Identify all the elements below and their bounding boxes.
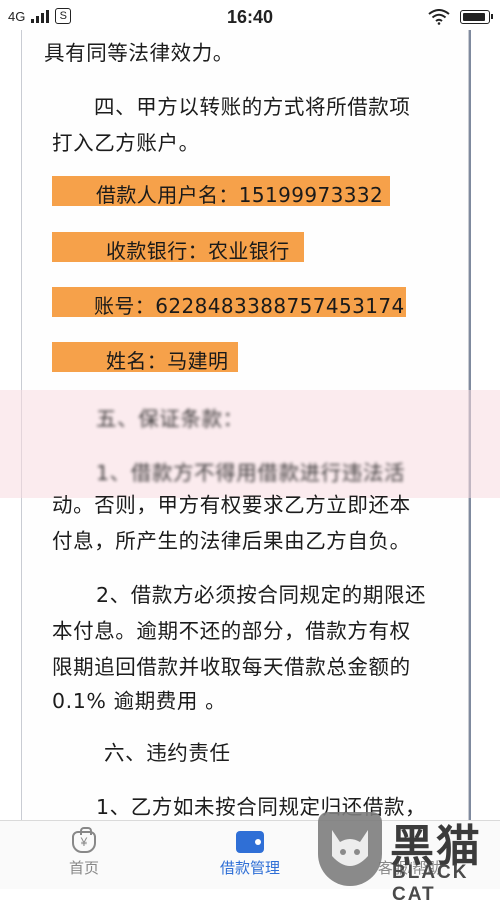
doc-line: 六、违约责任 <box>104 741 231 765</box>
tab-home[interactable]: ¥ 首页 <box>24 827 144 878</box>
logo-text-en: BLACK CAT <box>392 862 469 905</box>
account-number: 账号：6228483388757453174 <box>94 294 405 318</box>
account-holder-name: 姓名：马建明 <box>106 349 229 373</box>
doc-line: 五、保证条款： <box>96 407 244 431</box>
cat-head-icon <box>332 830 368 866</box>
tab-label: 借款管理 <box>219 860 280 877</box>
status-right <box>428 9 493 25</box>
doc-line: 动。否则，甲方有权要求乙方立即还本 <box>52 493 411 517</box>
doc-line: 0.1% 逾期费用 。 <box>52 689 227 713</box>
doc-line: 本付息。逾期不还的部分，借款方有权 <box>52 619 411 643</box>
doc-line: 具有同等法律效力。 <box>44 41 234 65</box>
wifi-icon <box>428 9 450 25</box>
tab-label: 首页 <box>68 860 99 877</box>
clock: 16:40 <box>226 7 274 27</box>
doc-line: 限期追回借款并收取每天借款总金额的 <box>52 655 411 679</box>
doc-line: 1、借款方不得用借款进行违法活 <box>96 461 406 485</box>
doc-line: 四、甲方以转账的方式将所借款项 <box>94 95 411 119</box>
borrower-username: 借款人用户名：15199973332 <box>96 183 384 207</box>
doc-line: 打入乙方账户。 <box>52 131 200 155</box>
cat-shield-icon <box>318 812 382 886</box>
black-cat-logo: 黑猫 BLACK CAT <box>318 806 500 905</box>
money-bag-icon: ¥ <box>70 827 98 853</box>
doc-line: 2、借款方必须按合同规定的期限还 <box>96 583 427 607</box>
tab-loan-management[interactable]: 借款管理 <box>190 827 310 878</box>
receiving-bank: 收款银行：农业银行 <box>106 239 290 263</box>
doc-line: 付息，所产生的法律后果由乙方自负。 <box>52 529 411 553</box>
wallet-icon <box>236 827 264 853</box>
battery-icon <box>460 10 493 24</box>
